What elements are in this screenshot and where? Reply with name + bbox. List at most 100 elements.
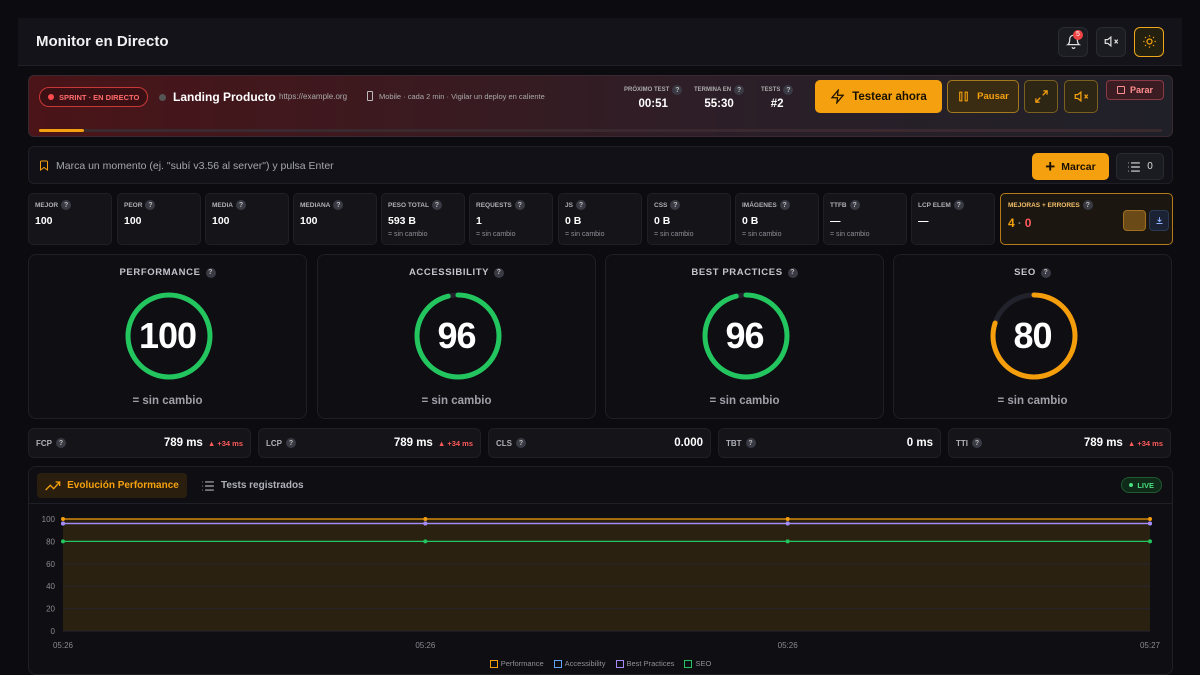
metric-change: = sin cambio: [565, 231, 605, 238]
metric-label: MEDIA: [212, 201, 233, 209]
x-tick-label: 05:26: [53, 641, 74, 650]
legend-swatch: [489, 659, 498, 668]
help-icon[interactable]: ?: [431, 200, 442, 210]
help-icon[interactable]: ?: [516, 438, 526, 448]
improvements-toggle-button[interactable]: [1123, 210, 1146, 231]
fullscreen-button[interactable]: [1024, 80, 1058, 113]
help-icon[interactable]: ?: [1040, 267, 1051, 278]
vital-card: TTI? 789 ms ▲ +34 ms: [948, 428, 1171, 458]
help-icon[interactable]: ?: [575, 200, 586, 210]
score-title: ACCESSIBILITY: [408, 267, 490, 278]
vital-label: TBT: [726, 438, 742, 448]
score-title: SEO: [1014, 267, 1036, 278]
help-icon[interactable]: ?: [672, 85, 683, 95]
product-url[interactable]: https://example.org: [279, 92, 347, 101]
help-icon[interactable]: ?: [286, 438, 296, 448]
tab-registered-tests[interactable]: Tests registrados: [201, 473, 304, 498]
vital-value: 789 ms: [1083, 437, 1123, 449]
mute-button[interactable]: [1096, 26, 1126, 57]
help-icon[interactable]: ?: [779, 200, 790, 210]
help-icon[interactable]: ?: [972, 438, 982, 448]
ends-label: TERMINA EN: [694, 87, 732, 93]
area-fill: [63, 519, 1150, 631]
y-tick-label: 80: [46, 537, 55, 546]
performance-chart-panel: Evolución Performance Tests registrados …: [28, 466, 1173, 675]
metric-value: 1: [476, 215, 482, 227]
metric-label: PEOR: [124, 201, 143, 209]
legend-item[interactable]: Best Practices: [615, 659, 674, 668]
help-icon[interactable]: ?: [1082, 200, 1093, 210]
help-icon[interactable]: ?: [61, 200, 72, 210]
improvements-errors-card[interactable]: MEJORAS + ERRORES? 4 · 0: [1000, 193, 1173, 245]
x-tick-label: 05:27: [1140, 641, 1161, 650]
stop-button[interactable]: Parar: [1106, 80, 1164, 100]
tab-performance-evolution[interactable]: Evolución Performance: [37, 473, 187, 498]
help-icon[interactable]: ?: [787, 267, 798, 278]
metric-change: = sin cambio: [830, 231, 870, 238]
performance-line-chart: 0 20 40 60 80 100 05:26 05:26 05:26 05:27: [42, 515, 1161, 650]
metric-value: 100: [35, 215, 53, 227]
tests-label: TESTS: [761, 87, 781, 93]
chart-tabs: Evolución Performance Tests registrados …: [29, 467, 1172, 504]
pause-button[interactable]: Pausar: [947, 80, 1019, 113]
score-card: PERFORMANCE? 100 = sin cambio: [28, 254, 307, 419]
metric-card: MEDIANA? 100: [293, 193, 377, 245]
help-icon[interactable]: ?: [734, 85, 745, 95]
metric-change: = sin cambio: [742, 231, 782, 238]
metric-label: IMÁGENES: [742, 201, 777, 209]
vital-label: FCP: [36, 438, 52, 448]
help-icon[interactable]: ?: [56, 438, 66, 448]
product-name: Landing Producto: [173, 90, 276, 104]
series-point: [1148, 517, 1152, 521]
vital-delta: ▲ +34 ms: [207, 438, 243, 448]
marks-list-button[interactable]: 0: [1116, 153, 1164, 180]
status-dot-icon: [159, 94, 166, 101]
app-title: Monitor en Directo: [36, 33, 169, 50]
legend-item[interactable]: SEO: [684, 659, 711, 668]
help-icon[interactable]: ?: [953, 200, 964, 210]
vital-label: CLS: [496, 438, 512, 448]
test-now-button[interactable]: Testear ahora: [815, 80, 942, 113]
next-test-stat: PRÓXIMO TEST? 00:51: [624, 85, 683, 110]
help-icon[interactable]: ?: [494, 267, 505, 278]
notifications-button[interactable]: 5: [1058, 26, 1088, 57]
volume-mute-icon: [1074, 90, 1088, 103]
download-button[interactable]: [1149, 210, 1169, 231]
help-icon[interactable]: ?: [145, 200, 156, 210]
series-point: [1148, 539, 1152, 544]
legend-swatch: [615, 659, 624, 668]
series-point: [1148, 521, 1152, 526]
banner-mute-button[interactable]: [1064, 80, 1098, 113]
vital-card: CLS? 0.000: [488, 428, 711, 458]
help-icon[interactable]: ?: [205, 267, 216, 278]
help-icon[interactable]: ?: [670, 200, 681, 210]
legend-swatch: [684, 659, 693, 668]
score-value: 96: [725, 315, 764, 356]
metric-card: IMÁGENES? 0 B = sin cambio: [735, 193, 819, 245]
theme-toggle-button[interactable]: [1134, 26, 1164, 57]
help-icon[interactable]: ?: [849, 200, 860, 210]
vital-value: 0.000: [674, 437, 703, 449]
help-icon[interactable]: ?: [783, 85, 794, 95]
series-point: [423, 521, 428, 526]
mark-button[interactable]: + Marcar: [1032, 153, 1109, 180]
metric-card: PEOR? 100: [117, 193, 201, 245]
metric-value: 593 B: [388, 215, 417, 227]
help-icon[interactable]: ?: [745, 438, 756, 448]
ends-in-stat: TERMINA EN? 55:30: [694, 85, 745, 110]
help-icon[interactable]: ?: [333, 200, 344, 210]
series-point: [61, 539, 65, 544]
vital-card: TBT? 0 ms: [718, 428, 941, 458]
series-point: [61, 517, 65, 521]
metric-card: CSS? 0 B = sin cambio: [647, 193, 731, 245]
score-value: 96: [437, 315, 476, 356]
help-icon[interactable]: ?: [514, 200, 525, 210]
score-value: 80: [1013, 315, 1052, 356]
mark-moment-input[interactable]: Marca un momento (ej. "subí v3.56 al ser…: [56, 160, 334, 172]
metric-change: = sin cambio: [388, 231, 428, 238]
help-icon[interactable]: ?: [235, 200, 246, 210]
vital-value: 789 ms: [163, 437, 203, 449]
tab-active-label: Evolución Performance: [67, 480, 179, 491]
legend-item[interactable]: Performance: [489, 659, 544, 668]
legend-item[interactable]: Accessibility: [553, 659, 606, 668]
